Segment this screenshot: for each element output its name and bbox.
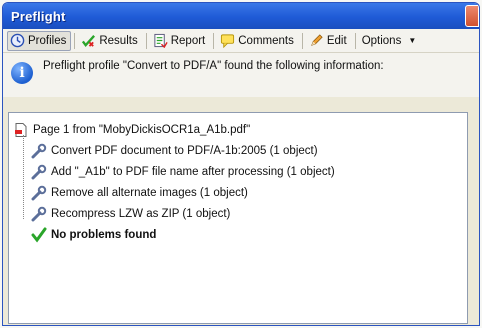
pdf-page-icon (15, 122, 27, 137)
toolbar-divider (301, 32, 303, 49)
profiles-icon (10, 33, 25, 48)
options-dropdown[interactable]: Options ▼ (359, 31, 422, 51)
comments-tab[interactable]: Comments (217, 31, 299, 51)
checkmark-icon (31, 227, 47, 242)
page-label: Page 1 from "MobyDickisOCR1a_A1b.pdf" (33, 123, 251, 136)
options-label: Options (361, 34, 402, 47)
toolbar-divider (213, 32, 215, 49)
toolbar-divider (354, 32, 356, 49)
fixup-label: Convert PDF document to PDF/A-1b:2005 (1… (51, 144, 318, 157)
report-tab[interactable]: Report (150, 31, 211, 51)
report-label: Report (170, 34, 206, 47)
comments-label: Comments (238, 34, 294, 47)
toolbar-divider (74, 32, 76, 49)
edit-label: Edit (326, 34, 347, 47)
wrench-icon (31, 164, 47, 179)
tree-item-status[interactable]: No problems found (13, 224, 463, 245)
tree-item-fixup[interactable]: Convert PDF document to PDF/A-1b:2005 (1… (13, 140, 463, 161)
results-tree: Page 1 from "MobyDickisOCR1a_A1b.pdf" Co… (8, 112, 468, 324)
edit-tab[interactable]: Edit (306, 31, 352, 51)
chevron-down-icon: ▼ (408, 36, 417, 45)
close-button[interactable] (465, 5, 479, 27)
profiles-label: Profiles (28, 34, 67, 47)
results-label: Results (99, 34, 138, 47)
wrench-icon (31, 185, 47, 200)
info-icon: i (11, 62, 33, 84)
wrench-icon (31, 206, 47, 221)
results-icon (82, 35, 96, 48)
report-icon (154, 33, 168, 48)
profiles-tab[interactable]: Profiles (7, 30, 72, 51)
pencil-icon (311, 34, 323, 46)
comments-icon (221, 34, 235, 48)
toolbar: Profiles Results Report Comments Edit Op… (3, 29, 479, 53)
tree-item-fixup[interactable]: Remove all alternate images (1 object) (13, 182, 463, 203)
fixup-label: Remove all alternate images (1 object) (51, 186, 248, 199)
fixup-label: Recompress LZW as ZIP (1 object) (51, 207, 231, 220)
info-message: Preflight profile "Convert to PDF/A" fou… (43, 60, 384, 72)
fixup-label: Add "_A1b" to PDF file name after proces… (51, 165, 335, 178)
toolbar-divider (145, 32, 147, 49)
tree-item-fixup[interactable]: Add "_A1b" to PDF file name after proces… (13, 161, 463, 182)
tree-item-page[interactable]: Page 1 from "MobyDickisOCR1a_A1b.pdf" (13, 119, 463, 140)
tree-connector (23, 135, 24, 219)
results-tab[interactable]: Results (78, 31, 142, 51)
info-banner: i Preflight profile "Convert to PDF/A" f… (3, 53, 479, 97)
wrench-icon (31, 143, 47, 158)
status-label: No problems found (51, 228, 157, 241)
title-bar[interactable]: Preflight (3, 3, 479, 29)
window-title: Preflight (11, 8, 66, 24)
tree-item-fixup[interactable]: Recompress LZW as ZIP (1 object) (13, 203, 463, 224)
